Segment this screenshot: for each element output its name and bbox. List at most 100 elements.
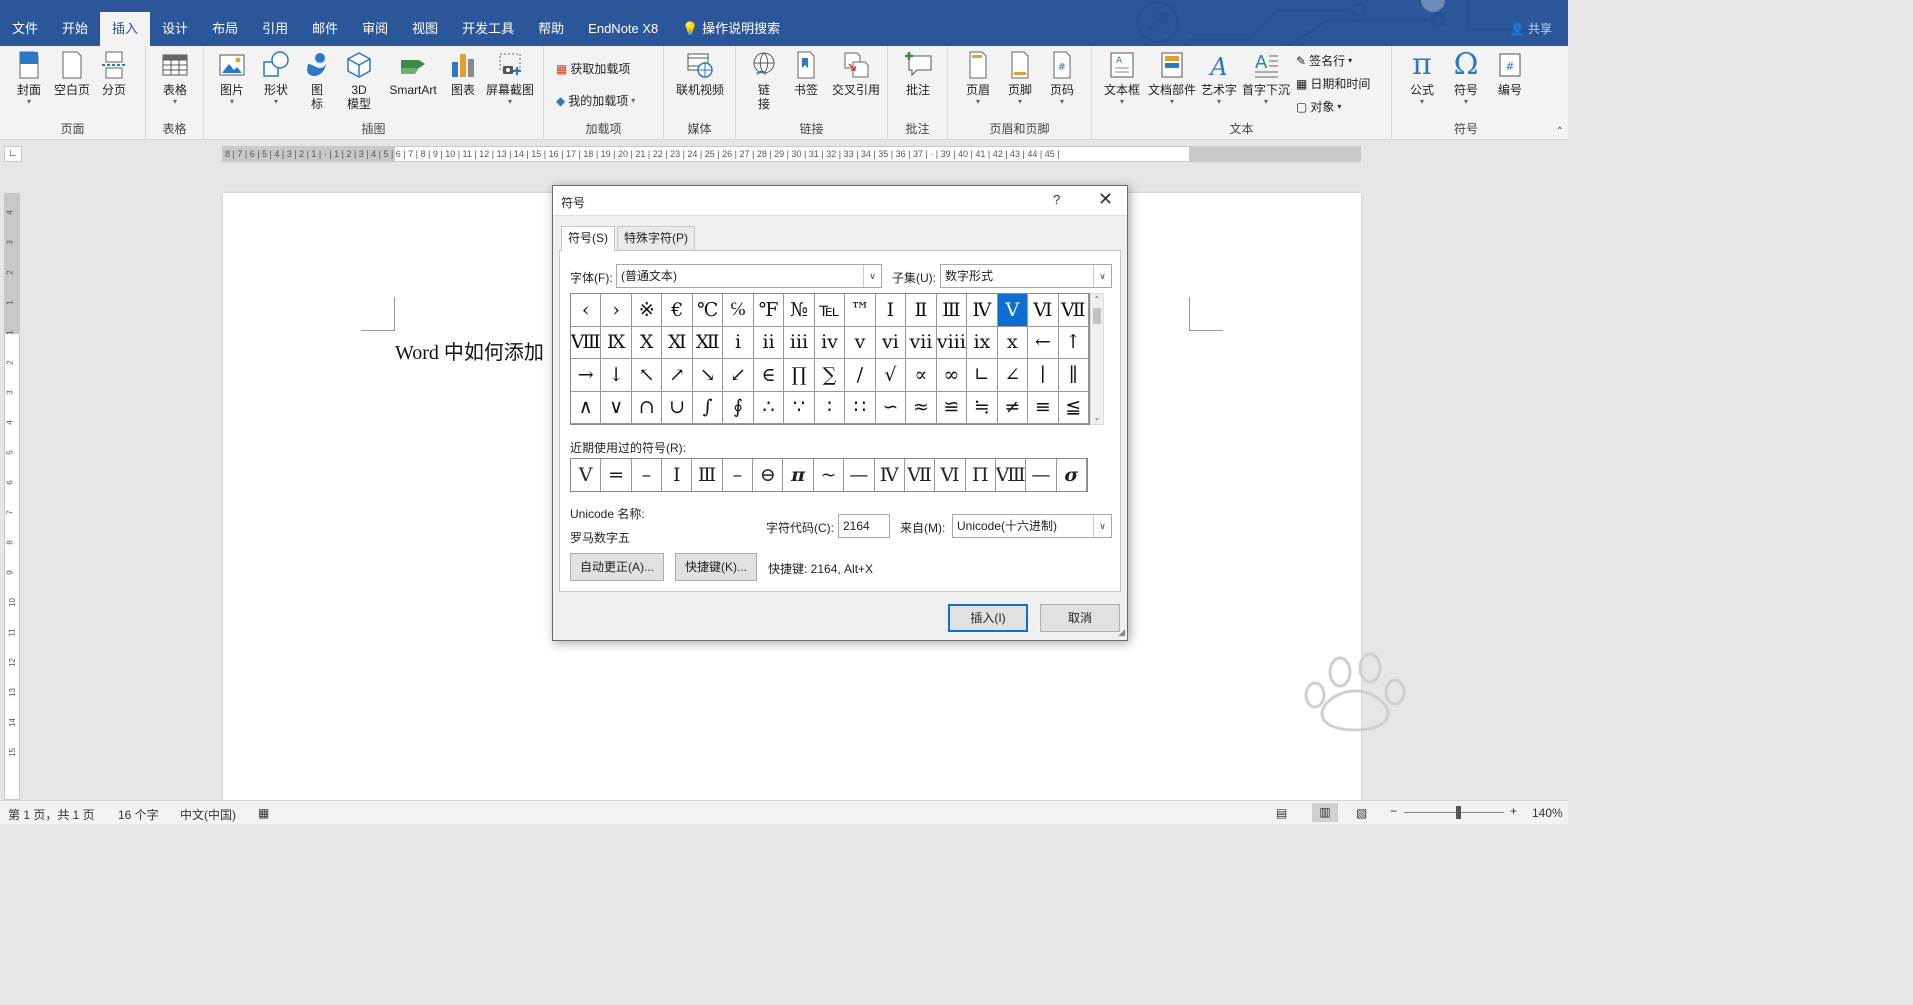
- symbol-cell[interactable]: ↘: [692, 359, 724, 392]
- symbol-cell[interactable]: ≈: [906, 391, 937, 424]
- recent-symbol-cell[interactable]: Ⅵ: [935, 459, 966, 491]
- icons-button[interactable]: 图标: [300, 50, 334, 111]
- zoom-slider-thumb[interactable]: [1456, 806, 1461, 819]
- header-button[interactable]: 页眉 ▾: [958, 50, 998, 107]
- footer-button[interactable]: 页脚 ▾: [1000, 50, 1040, 107]
- word-count[interactable]: 16 个字: [118, 806, 159, 823]
- chart-button[interactable]: 图表: [446, 50, 480, 97]
- dialog-titlebar[interactable]: 符号 ? ✕: [553, 186, 1127, 216]
- table-button[interactable]: 表格 ▾: [156, 50, 194, 107]
- symbol-cell[interactable]: Ⅶ: [1058, 294, 1089, 327]
- zoom-slider[interactable]: [1404, 812, 1504, 813]
- symbol-cell[interactable]: ⅷ: [936, 326, 968, 359]
- shapes-button[interactable]: 形状 ▾: [256, 50, 296, 107]
- symbol-cell[interactable]: ≦: [1058, 391, 1089, 424]
- symbol-cell[interactable]: ∵: [784, 391, 815, 424]
- symbol-cell[interactable]: ∣: [1028, 359, 1059, 392]
- symbol-cell[interactable]: Ⅴ: [997, 294, 1029, 327]
- symbol-cell[interactable]: ∞: [936, 359, 968, 392]
- share-button[interactable]: 👤 共享: [1510, 20, 1552, 37]
- tab-9[interactable]: 开发工具: [450, 12, 526, 46]
- recent-symbol-cell[interactable]: Ⅷ: [996, 459, 1027, 491]
- autocorrect-button[interactable]: 自动更正(A)...: [570, 553, 664, 581]
- tab-3[interactable]: 设计: [150, 12, 200, 46]
- symbol-cell[interactable]: ≡: [1028, 391, 1059, 424]
- symbol-cell[interactable]: ∥: [1058, 359, 1089, 392]
- picture-button[interactable]: 图片 ▾: [212, 50, 252, 107]
- symbol-cell[interactable]: ∕: [845, 359, 876, 392]
- signature-line-button[interactable]: ✎ 签名行 ▾: [1296, 52, 1352, 69]
- tab-8[interactable]: 视图: [400, 12, 450, 46]
- symbol-cell[interactable]: ∩: [631, 391, 663, 424]
- tab-2[interactable]: 插入: [100, 12, 151, 46]
- read-mode-icon[interactable]: ▤: [1276, 806, 1287, 820]
- symbol-cell[interactable]: ↖: [631, 359, 663, 392]
- resize-grip-icon[interactable]: ◢: [1118, 627, 1125, 638]
- recent-symbol-cell[interactable]: –: [632, 459, 663, 491]
- get-addins-button[interactable]: ▦ 获取加载项: [556, 60, 630, 77]
- symbol-cell[interactable]: Ⅷ: [571, 326, 602, 359]
- symbol-cell[interactable]: ℃: [692, 294, 724, 327]
- symbol-cell[interactable]: ›: [601, 294, 632, 327]
- document-text[interactable]: Word 中如何添加: [395, 336, 544, 365]
- number-button[interactable]: # 编号: [1488, 50, 1532, 97]
- my-addins-button[interactable]: ◆ 我的加载项 ▾: [556, 92, 635, 109]
- symbol-cell[interactable]: ∫: [692, 391, 724, 424]
- zoom-out-icon[interactable]: −: [1390, 804, 1397, 818]
- symbol-cell[interactable]: Ⅵ: [1028, 294, 1059, 327]
- symbol-cell[interactable]: Ⅱ: [906, 294, 937, 327]
- symbol-cell[interactable]: ℉: [753, 294, 785, 327]
- symbol-cell[interactable]: ⅳ: [814, 326, 846, 359]
- online-video-button[interactable]: 联机视频: [672, 50, 728, 97]
- symbol-cell[interactable]: ≌: [936, 391, 968, 424]
- drop-cap-button[interactable]: A 首字下沉 ▾: [1240, 50, 1292, 107]
- symbol-cell[interactable]: ∠: [997, 359, 1029, 392]
- bookmark-button[interactable]: 书签: [788, 50, 824, 97]
- symbol-cell[interactable]: Ⅻ: [692, 326, 724, 359]
- cancel-button[interactable]: 取消: [1040, 604, 1120, 632]
- help-button[interactable]: ?: [1053, 192, 1060, 207]
- collapse-ribbon-icon[interactable]: ⌃: [1556, 126, 1564, 137]
- symbol-cell[interactable]: ⅸ: [967, 326, 998, 359]
- symbol-button[interactable]: Ω 符号 ▾: [1444, 50, 1488, 107]
- print-layout-icon[interactable]: ▥: [1312, 803, 1338, 822]
- horizontal-ruler[interactable]: 8 | 7 | 6 | 5 | 4 | 3 | 2 | 1 | · | 1 | …: [222, 146, 1361, 162]
- blank-page-button[interactable]: 空白页: [52, 50, 92, 97]
- symbol-cell[interactable]: ≒: [967, 391, 998, 424]
- symbol-cell[interactable]: ∧: [571, 391, 602, 424]
- cover-page-button[interactable]: 封面 ▾: [10, 50, 48, 107]
- text-box-button[interactable]: A 文本框 ▾: [1100, 50, 1144, 107]
- symbol-cell[interactable]: →: [571, 359, 602, 392]
- tab-1[interactable]: 开始: [50, 12, 100, 46]
- scroll-thumb[interactable]: [1093, 308, 1101, 324]
- symbol-cell[interactable]: Ⅹ: [631, 326, 663, 359]
- smartart-button[interactable]: SmartArt: [382, 50, 444, 97]
- symbol-cell[interactable]: Ⅺ: [662, 326, 693, 359]
- object-button[interactable]: ▢ 对象 ▾: [1296, 98, 1341, 115]
- recent-symbol-cell[interactable]: –: [723, 459, 754, 491]
- recent-symbol-cell[interactable]: —: [1026, 459, 1057, 491]
- symbol-cell[interactable]: ⅰ: [723, 326, 754, 359]
- symbol-cell[interactable]: ℅: [723, 294, 754, 327]
- from-select[interactable]: Unicode(十六进制) ∨: [952, 514, 1112, 538]
- recent-symbol-cell[interactable]: ~: [814, 459, 845, 491]
- symbol-cell[interactable]: ↗: [662, 359, 693, 392]
- tab-0[interactable]: 文件: [0, 12, 50, 46]
- symbol-cell[interactable]: €: [662, 294, 693, 327]
- symbol-cell[interactable]: ⅲ: [784, 326, 815, 359]
- symbol-cell[interactable]: ⅱ: [753, 326, 785, 359]
- recent-symbol-cell[interactable]: σ: [1057, 459, 1087, 491]
- symbol-cell[interactable]: ⅵ: [875, 326, 907, 359]
- tab-10[interactable]: 帮助: [526, 12, 576, 46]
- symbol-cell[interactable]: Ⅸ: [601, 326, 632, 359]
- recent-symbol-cell[interactable]: Π: [966, 459, 996, 491]
- symbol-cell[interactable]: ∪: [662, 391, 693, 424]
- symbol-cell[interactable]: ∽: [875, 391, 907, 424]
- symbol-cell[interactable]: ←: [1028, 326, 1059, 359]
- symbol-grid-scrollbar[interactable]: ⌃ ⌄: [1090, 293, 1104, 425]
- recent-symbol-cell[interactable]: π: [783, 459, 814, 491]
- vertical-ruler[interactable]: 4 3 2 1 1 2 3 4 5 6 7 8 9 10 11 12 13 14 15: [4, 193, 20, 800]
- symbol-cell[interactable]: ∏: [784, 359, 815, 392]
- link-button[interactable]: 链接: [746, 50, 782, 111]
- quick-parts-button[interactable]: 文档部件 ▾: [1146, 50, 1198, 107]
